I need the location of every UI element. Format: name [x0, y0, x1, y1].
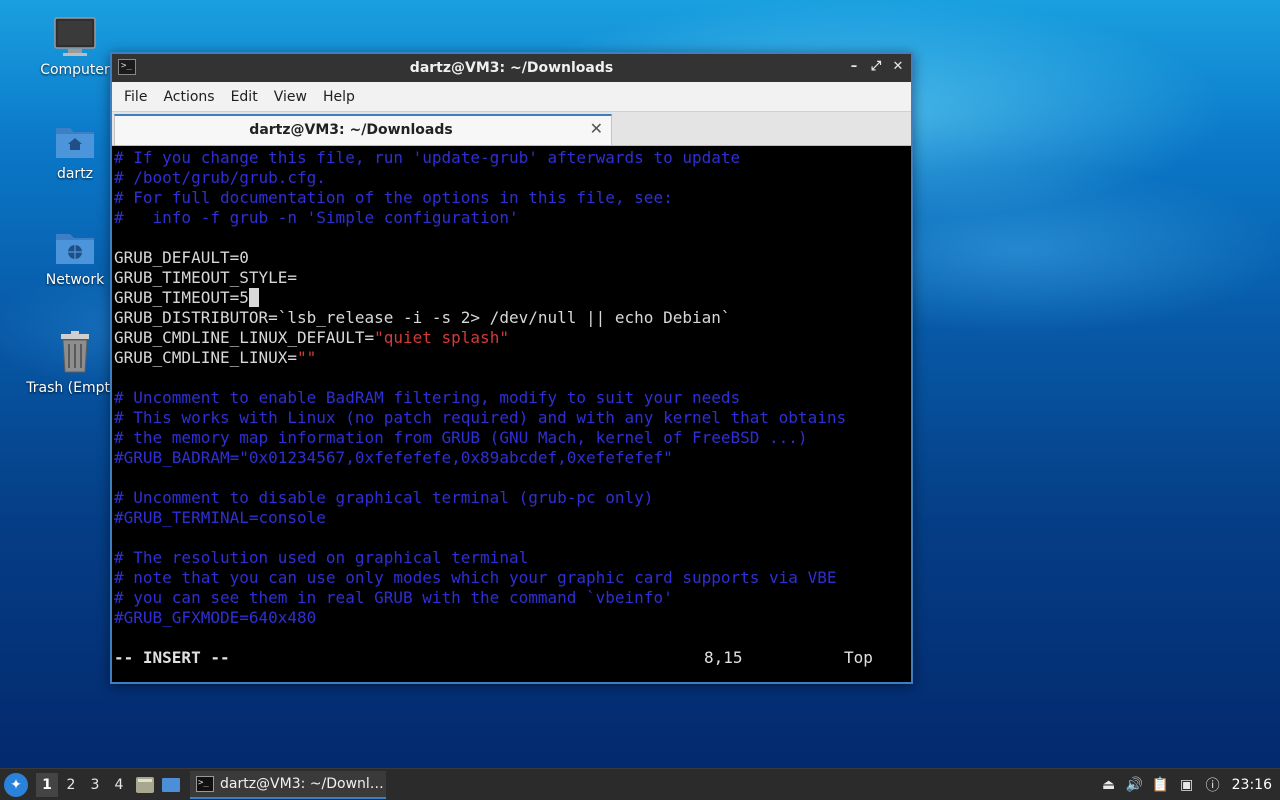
window-titlebar[interactable]: >_ dartz@VM3: ~/Downloads – ⤢ ✕ [112, 54, 911, 82]
code-string: "quiet splash" [374, 328, 509, 347]
terminal-line: # Uncomment to enable BadRAM filtering, … [112, 388, 911, 408]
terminal-line: # info -f grub -n 'Simple configuration' [112, 208, 911, 228]
terminal-line: # you can see them in real GRUB with the… [112, 588, 911, 608]
network-status-icon[interactable]: ▣ [1174, 774, 1200, 796]
terminal-line: GRUB_DISTRIBUTOR=`lsb_release -i -s 2> /… [112, 308, 911, 328]
taskbar: ✦ 1 2 3 4 >_ dartz@VM3: ~/Downl… ⏏ 🔊 📋 ▣… [0, 768, 1280, 800]
terminal-line: #GRUB_GFXMODE=640x480 [112, 608, 911, 628]
terminal-line: GRUB_TIMEOUT=5 [112, 288, 911, 308]
menu-view[interactable]: View [266, 89, 315, 105]
trash-icon [61, 331, 89, 373]
terminal-line: # Uncomment to disable graphical termina… [112, 488, 911, 508]
editor-mode: -- INSERT -- [114, 648, 230, 667]
terminal-line: GRUB_DEFAULT=0 [112, 248, 911, 268]
code-comment: # The resolution used on graphical termi… [114, 548, 529, 567]
home-folder-icon [56, 128, 94, 158]
terminal-line: GRUB_TIMEOUT_STYLE= [112, 268, 911, 288]
taskbar-task-terminal[interactable]: >_ dartz@VM3: ~/Downl… [190, 770, 386, 799]
code-text: GRUB_DISTRIBUTOR=`lsb_release -i -s 2> /… [114, 308, 731, 327]
computer-icon [54, 17, 96, 56]
terminal-line: # For full documentation of the options … [112, 188, 911, 208]
terminal-line: # /boot/grub/grub.cfg. [112, 168, 911, 188]
code-comment: # This works with Linux (no patch requir… [114, 408, 847, 427]
menu-help[interactable]: Help [315, 89, 363, 105]
text-cursor [248, 288, 259, 307]
code-comment: # For full documentation of the options … [114, 188, 673, 207]
clipboard-icon[interactable]: 📋 [1148, 774, 1174, 796]
scroll-position: Top [844, 648, 873, 667]
code-text: GRUB_TIMEOUT_STYLE= [114, 268, 298, 287]
tab-bar: dartz@VM3: ~/Downloads ✕ [112, 112, 911, 146]
file-manager-icon[interactable] [134, 775, 156, 795]
terminal-line: #GRUB_BADRAM="0x01234567,0xfefefefe,0x89… [112, 448, 911, 468]
code-comment: #GRUB_TERMINAL=console [114, 508, 326, 527]
update-notifier-icon[interactable]: ⓘ [1200, 774, 1226, 796]
workspace-2[interactable]: 2 [60, 773, 82, 797]
menu-bar: File Actions Edit View Help [112, 82, 911, 112]
code-comment: #GRUB_GFXMODE=640x480 [114, 608, 317, 627]
close-button[interactable]: ✕ [889, 58, 907, 76]
app-menu-button[interactable]: ✦ [4, 772, 28, 797]
tab-title: dartz@VM3: ~/Downloads [249, 122, 453, 138]
workspace-4[interactable]: 4 [108, 773, 130, 797]
code-comment: # note that you can use only modes which… [114, 568, 837, 587]
network-folder-icon [56, 234, 94, 264]
code-text: GRUB_CMDLINE_LINUX_DEFAULT= [114, 328, 375, 347]
maximize-button[interactable]: ⤢ [867, 58, 885, 76]
system-tray: ⏏ 🔊 📋 ▣ ⓘ 23:16 [1096, 769, 1280, 800]
code-comment: # Uncomment to enable BadRAM filtering, … [114, 388, 741, 407]
code-comment: #GRUB_BADRAM="0x01234567,0xfefefefe,0x89… [114, 448, 673, 467]
cursor-position: 8,15 [704, 648, 743, 667]
terminal-line: # the memory map information from GRUB (… [112, 428, 911, 448]
tab-close-icon[interactable]: ✕ [590, 119, 603, 138]
eject-icon[interactable]: ⏏ [1096, 774, 1122, 796]
code-comment: # Uncomment to disable graphical termina… [114, 488, 654, 507]
terminal-line: #GRUB_TERMINAL=console [112, 508, 911, 528]
clock[interactable]: 23:16 [1226, 777, 1280, 793]
menu-edit[interactable]: Edit [223, 89, 266, 105]
show-desktop-icon[interactable] [160, 775, 182, 795]
code-text: GRUB_CMDLINE_LINUX= [114, 348, 298, 367]
code-comment: # /boot/grub/grub.cfg. [114, 168, 326, 187]
terminal-line: # The resolution used on graphical termi… [112, 548, 911, 568]
code-comment: # info -f grub -n 'Simple configuration' [114, 208, 519, 227]
terminal-icon: >_ [196, 775, 214, 792]
minimize-button[interactable]: – [845, 58, 863, 76]
vim-status-line: -- INSERT -- 8,15 Top [114, 648, 894, 668]
code-comment: # you can see them in real GRUB with the… [114, 588, 673, 607]
code-comment: # the memory map information from GRUB (… [114, 428, 808, 447]
tab-terminal[interactable]: dartz@VM3: ~/Downloads ✕ [114, 114, 612, 145]
window-title: dartz@VM3: ~/Downloads [409, 60, 614, 76]
terminal-output[interactable]: # If you change this file, run 'update-g… [112, 146, 911, 682]
workspace-1[interactable]: 1 [36, 772, 58, 797]
code-comment: # If you change this file, run 'update-g… [114, 148, 741, 167]
terminal-line: # note that you can use only modes which… [112, 568, 911, 588]
workspace-3[interactable]: 3 [84, 773, 106, 797]
code-string: "" [297, 348, 317, 367]
volume-icon[interactable]: 🔊 [1122, 774, 1148, 796]
terminal-line: GRUB_CMDLINE_LINUX="" [112, 348, 911, 368]
code-text: GRUB_TIMEOUT=5 [114, 288, 249, 307]
menu-actions[interactable]: Actions [155, 89, 222, 105]
terminal-line: # This works with Linux (no patch requir… [112, 408, 911, 428]
menu-file[interactable]: File [116, 89, 155, 105]
task-label: dartz@VM3: ~/Downl… [220, 775, 384, 792]
terminal-window[interactable]: >_ dartz@VM3: ~/Downloads – ⤢ ✕ File Act… [110, 52, 913, 684]
terminal-line: GRUB_CMDLINE_LINUX_DEFAULT="quiet splash… [112, 328, 911, 348]
terminal-line: # If you change this file, run 'update-g… [112, 148, 911, 168]
code-text: GRUB_DEFAULT=0 [114, 248, 249, 267]
editor-buffer: # If you change this file, run 'update-g… [112, 148, 911, 628]
